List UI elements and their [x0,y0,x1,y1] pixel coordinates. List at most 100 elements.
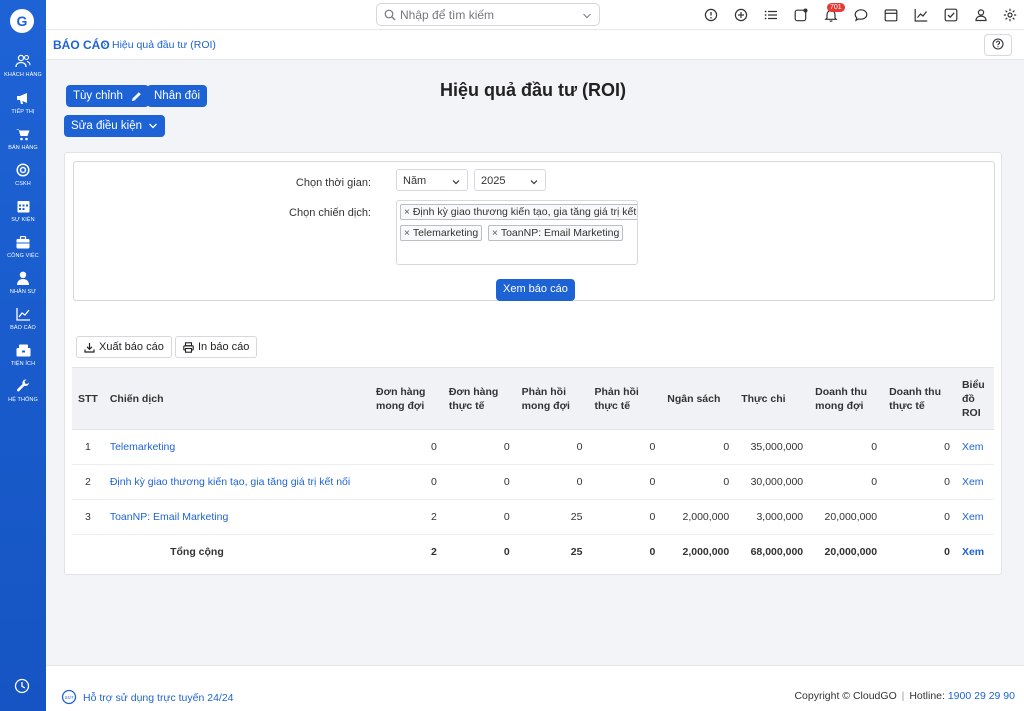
customize-button[interactable]: Tùy chỉnh [66,85,149,107]
cell-value: 0 [661,464,736,500]
cell-value: 0 [588,499,662,535]
global-search[interactable] [376,3,600,26]
campaign-tag[interactable]: × ToanNP: Email Marketing [488,225,624,241]
campaign-link[interactable]: Định kỳ giao thương kiến tạo, gia tăng g… [103,464,371,500]
export-report-label: Xuất báo cáo [99,341,164,353]
column-header: Đơn hàng thực tế [442,367,516,430]
sidebar-item-label: HỆ THỐNG [8,397,38,403]
view-roi-chart-link[interactable]: Xem [955,429,994,465]
footer-contact: Copyright © CloudGO | Hotline: 1900 29 2… [794,690,1015,702]
sidebar-item-marketing[interactable]: TIẾP THỊ [0,90,46,124]
column-header: Phản hồi mong đợi [515,367,589,430]
period-select[interactable]: Năm [396,169,468,191]
export-report-button[interactable]: Xuất báo cáo [76,336,172,358]
sidebar-item-label: BÁN HÀNG [8,145,38,151]
printer-icon [183,341,194,353]
sidebar-item-events[interactable]: SỰ KIỆN [0,198,46,232]
view-roi-chart-link[interactable]: Xem [955,464,994,500]
column-header: Doanh thu mong đợi [809,367,884,430]
view-report-button[interactable]: Xem báo cáo [496,279,575,301]
lifebuoy-icon [15,162,31,178]
total-value: 2,000,000 [682,546,730,559]
wrench-icon [15,378,31,394]
support-text[interactable]: Hỗ trợ sử dụng trực tuyến 24/24 [83,692,234,704]
table-row: 2 Định kỳ giao thương kiến tạo, gia tăng… [72,464,994,500]
gear-icon[interactable] [1003,8,1017,22]
campaign-tag[interactable]: × Định kỳ giao thương kiến tạo, gia tăng … [400,204,637,220]
chevron-down-icon[interactable] [582,10,592,24]
sidebar-item-sales[interactable]: BÁN HÀNG [0,126,46,160]
cell-value: 0 [442,429,516,465]
column-header: Doanh thu thực tế [883,367,956,430]
help-button[interactable] [984,34,1012,56]
chart-line-icon[interactable] [914,8,928,22]
cell-value: 0 [515,429,589,465]
view-roi-chart-link[interactable]: Xem [956,535,994,570]
period-select-value: Năm [403,175,427,187]
total-value: 25 [570,546,583,559]
page-title: Hiệu quả đầu tư (ROI) [439,80,627,100]
calendar-icon[interactable] [884,8,898,22]
table-header-row: STT Chiến dịch Đơn hàng mong đợi Đơn hàn… [72,367,994,430]
checkbox-icon[interactable] [944,8,958,22]
year-select[interactable]: 2025 [474,169,546,191]
column-header: Biểu đồ ROI [955,367,994,430]
campaign-link[interactable]: Telemarketing [103,429,371,465]
duplicate-label: Nhân đôi [154,90,201,102]
chat-icon[interactable] [854,8,868,22]
cell-value: 2 [370,499,443,535]
campaign-multiselect[interactable]: × Định kỳ giao thương kiến tạo, gia tăng … [396,200,638,265]
person-icon [15,270,31,286]
cart-icon [15,126,31,142]
megaphone-icon [15,90,31,106]
cell-value: 0 [515,464,589,500]
duplicate-button[interactable]: Nhân đôi [147,85,208,107]
campaign-tag[interactable]: × Telemarketing [400,225,483,241]
total-value: 0 [503,546,510,559]
view-roi-chart-link[interactable]: Xem [955,499,994,535]
remove-tag-icon[interactable]: × [404,207,410,218]
total-value: 2 [431,546,437,559]
sidebar-item-utilities[interactable]: TIỆN ÍCH [0,342,46,376]
search-input[interactable] [400,7,570,22]
cell-value: 0 [442,464,516,500]
list-icon[interactable] [764,8,778,22]
add-circle-icon[interactable] [734,8,748,22]
table-row: 1 Telemarketing 0 0 0 0 0 35,000,000 0 0… [72,429,994,465]
cell-value: 0 [809,464,884,500]
total-value: 0 [649,546,656,559]
remove-tag-icon[interactable]: × [492,228,498,239]
sidebar-item-system[interactable]: HỆ THỐNG [0,378,46,412]
clock-icon[interactable] [14,678,30,694]
support-chat-icon[interactable]: 24/7 [61,689,77,708]
footer: 24/7 Hỗ trợ sử dụng trực tuyến 24/24 Cop… [46,665,1024,711]
info-icon[interactable] [704,8,718,22]
cell-value: 30,000,000 [735,464,810,500]
campaign-link[interactable]: ToanNP: Email Marketing [103,499,371,535]
cloudgo-logo-icon[interactable]: G [10,9,34,33]
edit-conditions-label: Sửa điều kiện [71,120,142,132]
edit-conditions-button[interactable]: Sửa điều kiện [64,115,165,137]
sidebar-item-tasks[interactable]: CÔNG VIỆC [0,234,46,268]
user-icon[interactable] [974,8,988,22]
hotline-number[interactable]: 1900 29 29 90 [948,690,1015,702]
table-row: 3 ToanNP: Email Marketing 2 0 25 0 2,000… [72,499,994,535]
topbar: 701 [46,0,1024,30]
column-header: STT [72,367,104,430]
sidebar-item-reports[interactable]: BÁO CÁO [0,306,46,340]
pencil-icon [131,91,142,102]
cell-value: 0 [883,429,956,465]
breadcrumb-current: Hiệu quả đầu tư (ROI) [112,39,216,51]
remove-tag-icon[interactable]: × [404,228,410,239]
copyright-text: Copyright © CloudGO [794,690,897,702]
cell-value: 0 [809,429,884,465]
sidebar-item-cskh[interactable]: CSKH [0,162,46,196]
sidebar-item-hr[interactable]: NHÂN SỰ [0,270,46,304]
briefcase-icon [15,234,31,250]
sidebar-item-customers[interactable]: KHÁCH HÀNG [0,53,46,87]
breadcrumb-root[interactable]: BÁO CÁO [53,38,110,52]
customize-label: Tùy chỉnh [73,90,123,102]
total-value: 20,000,000 [824,546,878,559]
activity-icon[interactable] [794,8,808,22]
print-report-button[interactable]: In báo cáo [175,336,258,358]
